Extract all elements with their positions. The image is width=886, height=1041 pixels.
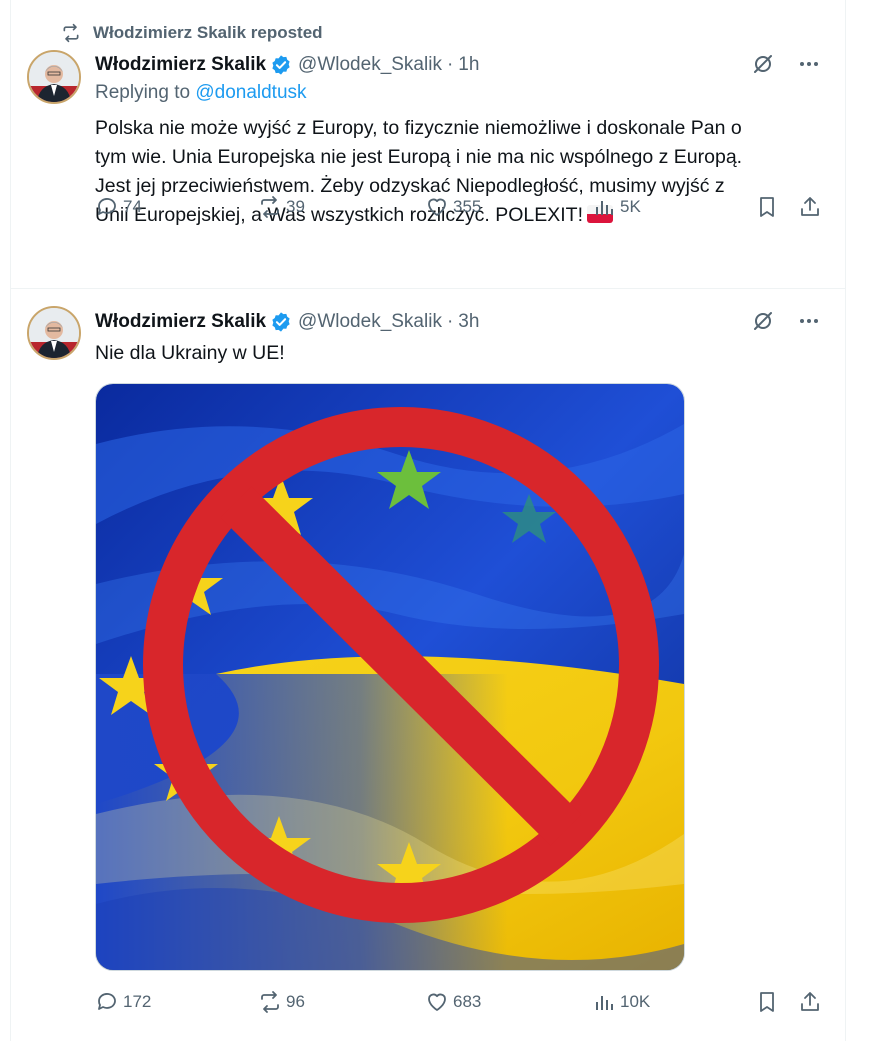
avatar[interactable] [27, 306, 81, 360]
grok-icon[interactable] [751, 309, 775, 333]
bookmark-button[interactable] [755, 195, 783, 219]
bookmark-button[interactable] [755, 990, 783, 1014]
tweet[interactable]: Włodzimierz Skalik @Wlodek_Skalik · 3h N… [11, 289, 845, 1041]
reply-button[interactable]: 74 [95, 195, 142, 219]
verified-badge-icon [272, 55, 290, 75]
views-icon [596, 201, 613, 215]
avatar-image [29, 308, 79, 358]
avatar[interactable] [27, 50, 81, 104]
repost-icon [261, 196, 279, 218]
more-icon[interactable] [797, 52, 821, 76]
repost-count: 39 [286, 197, 305, 216]
tweet-text: Nie dla Ukrainy w UE! [95, 342, 285, 364]
repost-button[interactable]: 96 [258, 990, 305, 1014]
reply-icon [98, 198, 116, 215]
reply-button[interactable]: 172 [95, 990, 151, 1014]
author-handle[interactable]: @Wlodek_Skalik [298, 54, 442, 76]
reply-count: 172 [123, 992, 152, 1011]
share-button[interactable] [798, 195, 826, 219]
share-icon [801, 197, 819, 216]
author-name[interactable]: Włodzimierz Skalik [95, 54, 266, 76]
eu-ukraine-prohibition-image [96, 384, 684, 970]
reply-icon [98, 993, 116, 1010]
separator-dot: · [446, 54, 454, 75]
tweet-header: Włodzimierz Skalik @Wlodek_Skalik · 3h [95, 307, 829, 337]
repost-banner[interactable]: Włodzimierz Skalik reposted [61, 22, 323, 44]
tweet-header: Włodzimierz Skalik @Wlodek_Skalik · 1h [95, 50, 829, 80]
like-count: 683 [453, 992, 482, 1011]
views-count: 5K [620, 197, 641, 216]
replying-to-mention[interactable]: @donaldtusk [195, 82, 306, 103]
repost-icon [261, 991, 279, 1013]
views-icon [596, 996, 613, 1010]
tweet-image[interactable] [95, 383, 685, 971]
bookmark-icon [760, 992, 774, 1012]
like-button[interactable]: 683 [425, 990, 481, 1014]
heart-icon [428, 993, 446, 1011]
views-button[interactable]: 10K [592, 990, 650, 1014]
views-count: 10K [620, 992, 651, 1011]
replying-to: Replying to @donaldtusk [95, 82, 829, 110]
views-button[interactable]: 5K [592, 195, 641, 219]
more-icon[interactable] [797, 309, 821, 333]
replying-to-prefix: Replying to [95, 82, 196, 103]
reply-count: 74 [123, 197, 142, 216]
grok-icon[interactable] [751, 52, 775, 76]
tweet-actions: 74 39 355 5K [95, 192, 829, 222]
timestamp[interactable]: 1h [458, 54, 479, 76]
like-count: 355 [453, 197, 482, 216]
tweet[interactable]: Włodzimierz Skalik reposted Włodzimierz … [11, 0, 845, 289]
tweet-actions: 172 96 683 10K [95, 987, 829, 1017]
repost-banner-text: Włodzimierz Skalik reposted [93, 23, 323, 42]
bookmark-icon [760, 197, 774, 217]
avatar-image [29, 52, 79, 102]
share-icon [801, 992, 819, 1011]
author-name[interactable]: Włodzimierz Skalik [95, 311, 266, 333]
timestamp[interactable]: 3h [458, 311, 479, 333]
separator-dot: · [446, 311, 454, 332]
share-button[interactable] [798, 990, 826, 1014]
repost-icon [63, 23, 79, 43]
heart-icon [428, 198, 446, 216]
repost-button[interactable]: 39 [258, 195, 305, 219]
like-button[interactable]: 355 [425, 195, 481, 219]
timeline: Włodzimierz Skalik reposted Włodzimierz … [10, 0, 846, 1041]
verified-badge-icon [272, 312, 290, 332]
repost-count: 96 [286, 992, 305, 1011]
author-handle[interactable]: @Wlodek_Skalik [298, 311, 442, 333]
